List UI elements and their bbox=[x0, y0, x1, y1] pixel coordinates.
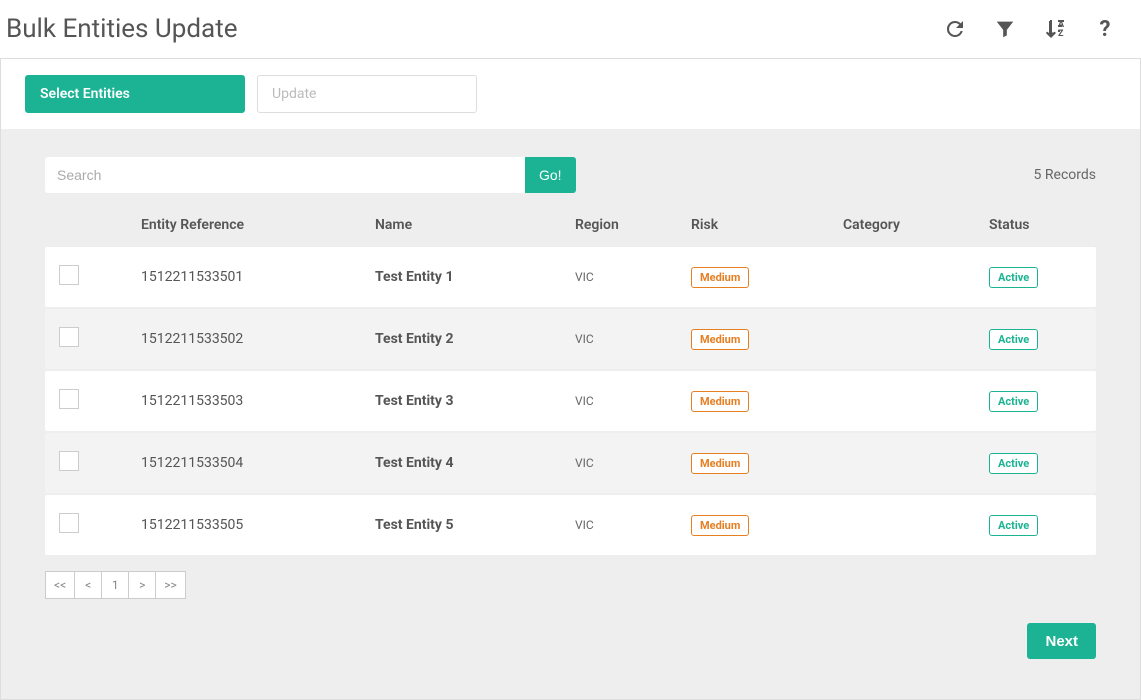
sort-icon[interactable]: AZ bbox=[1043, 17, 1067, 41]
cell-checkbox bbox=[45, 327, 141, 351]
row-checkbox[interactable] bbox=[59, 513, 79, 533]
cell-status: Active bbox=[989, 515, 1096, 536]
pagination: << < 1 > >> bbox=[45, 571, 186, 599]
cell-region: VIC bbox=[575, 456, 691, 470]
cell-risk: Medium bbox=[691, 453, 843, 474]
page-next-button[interactable]: > bbox=[128, 571, 156, 599]
col-checkbox bbox=[45, 217, 141, 233]
records-count: 5 Records bbox=[1034, 167, 1096, 183]
cell-checkbox bbox=[45, 265, 141, 289]
cell-entity-reference: 1512211533501 bbox=[141, 269, 375, 285]
table-header: Entity Reference Name Region Risk Catego… bbox=[45, 203, 1096, 247]
row-checkbox[interactable] bbox=[59, 451, 79, 471]
risk-badge: Medium bbox=[691, 391, 749, 412]
col-risk: Risk bbox=[691, 217, 843, 233]
risk-badge: Medium bbox=[691, 267, 749, 288]
table-row: 1512211533503Test Entity 3VICMedium Activ… bbox=[45, 371, 1096, 431]
search-input[interactable] bbox=[45, 157, 525, 193]
cell-status: Active bbox=[989, 453, 1096, 474]
cell-name: Test Entity 4 bbox=[375, 455, 575, 471]
filter-icon[interactable] bbox=[993, 17, 1017, 41]
page-number[interactable]: 1 bbox=[101, 571, 129, 599]
page-title: Bulk Entities Update bbox=[6, 14, 238, 44]
cell-risk: Medium bbox=[691, 515, 843, 536]
row-checkbox[interactable] bbox=[59, 265, 79, 285]
table-row: 1512211533501Test Entity 1VICMedium Activ… bbox=[45, 247, 1096, 307]
table-body: 1512211533501Test Entity 1VICMediumActiv… bbox=[45, 247, 1096, 555]
cell-region: VIC bbox=[575, 270, 691, 284]
col-name: Name bbox=[375, 217, 575, 233]
cell-region: VIC bbox=[575, 518, 691, 532]
cell-checkbox bbox=[45, 513, 141, 537]
status-badge: Active bbox=[989, 515, 1038, 536]
cell-risk: Medium bbox=[691, 329, 843, 350]
body: Select Entities Update Go! 5 Records Ent… bbox=[0, 59, 1141, 700]
table-row: 1512211533504Test Entity 4VICMedium Activ… bbox=[45, 433, 1096, 493]
table-row: 1512211533505Test Entity 5VICMedium Activ… bbox=[45, 495, 1096, 555]
status-badge: Active bbox=[989, 391, 1038, 412]
tab-update[interactable]: Update bbox=[257, 75, 477, 113]
svg-text:Z: Z bbox=[1058, 29, 1064, 39]
cell-status: Active bbox=[989, 329, 1096, 350]
row-checkbox[interactable] bbox=[59, 327, 79, 347]
tabs: Select Entities Update bbox=[1, 59, 1140, 129]
cell-entity-reference: 1512211533502 bbox=[141, 331, 375, 347]
status-badge: Active bbox=[989, 329, 1038, 350]
footer-row: << < 1 > >> bbox=[45, 571, 1096, 599]
risk-badge: Medium bbox=[691, 453, 749, 474]
search-row: Go! 5 Records bbox=[45, 157, 1096, 193]
status-badge: Active bbox=[989, 453, 1038, 474]
cell-entity-reference: 1512211533505 bbox=[141, 517, 375, 533]
refresh-icon[interactable] bbox=[943, 17, 967, 41]
cell-risk: Medium bbox=[691, 391, 843, 412]
col-category: Category bbox=[843, 217, 989, 233]
col-region: Region bbox=[575, 217, 691, 233]
entities-table: Entity Reference Name Region Risk Catego… bbox=[45, 203, 1096, 555]
status-badge: Active bbox=[989, 267, 1038, 288]
cell-name: Test Entity 1 bbox=[375, 269, 575, 285]
cell-status: Active bbox=[989, 267, 1096, 288]
risk-badge: Medium bbox=[691, 515, 749, 536]
cell-region: VIC bbox=[575, 332, 691, 346]
help-icon[interactable]: ? bbox=[1093, 17, 1117, 41]
cell-entity-reference: 1512211533503 bbox=[141, 393, 375, 409]
cell-status: Active bbox=[989, 391, 1096, 412]
cell-risk: Medium bbox=[691, 267, 843, 288]
cell-region: VIC bbox=[575, 394, 691, 408]
next-button[interactable]: Next bbox=[1027, 623, 1096, 659]
search-group: Go! bbox=[45, 157, 576, 193]
cell-checkbox bbox=[45, 451, 141, 475]
cell-entity-reference: 1512211533504 bbox=[141, 455, 375, 471]
cell-name: Test Entity 3 bbox=[375, 393, 575, 409]
risk-badge: Medium bbox=[691, 329, 749, 350]
page-header: Bulk Entities Update AZ ? bbox=[0, 0, 1141, 59]
table-row: 1512211533502Test Entity 2VICMedium Activ… bbox=[45, 309, 1096, 369]
row-checkbox[interactable] bbox=[59, 389, 79, 409]
col-status: Status bbox=[989, 217, 1096, 233]
cell-name: Test Entity 5 bbox=[375, 517, 575, 533]
col-entity-reference: Entity Reference bbox=[141, 217, 375, 233]
cell-checkbox bbox=[45, 389, 141, 413]
go-button[interactable]: Go! bbox=[525, 157, 576, 193]
header-toolbar: AZ ? bbox=[943, 17, 1117, 41]
cell-name: Test Entity 2 bbox=[375, 331, 575, 347]
page-last-button[interactable]: >> bbox=[155, 571, 186, 599]
tab-select-entities[interactable]: Select Entities bbox=[25, 75, 245, 113]
page-prev-button[interactable]: < bbox=[74, 571, 102, 599]
page-first-button[interactable]: << bbox=[45, 571, 75, 599]
content-panel: Go! 5 Records Entity Reference Name Regi… bbox=[25, 129, 1116, 679]
